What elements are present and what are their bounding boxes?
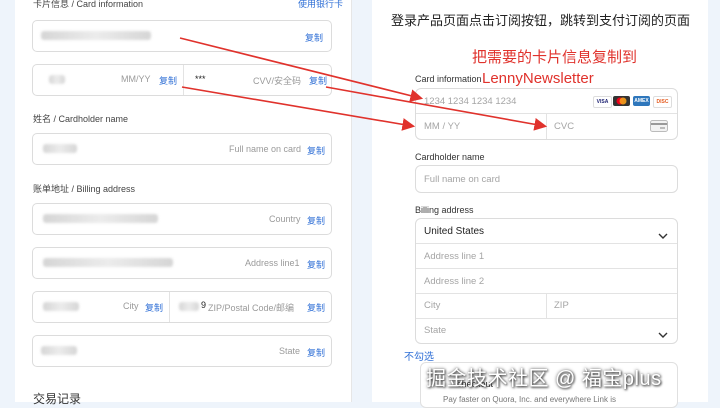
masked-zip — [179, 302, 199, 311]
copy-expiry-button[interactable]: 复制 — [159, 74, 177, 87]
expiry-cvv-row: MM/YY 复制 *** CVV/安全码 复制 — [32, 64, 332, 96]
address-line1-field[interactable]: Address line1 复制 — [32, 247, 332, 279]
divider — [416, 268, 677, 269]
fullname-placeholder-right: Full name on card — [424, 174, 501, 185]
divider — [416, 243, 677, 244]
cardholder-name-input[interactable]: Full name on card — [415, 165, 678, 193]
address-line2-input[interactable]: Address line 2 — [424, 276, 484, 287]
masked-name — [43, 144, 77, 153]
masked-country — [43, 214, 158, 223]
masked-card-number — [41, 31, 151, 40]
visa-icon: VISA — [593, 96, 612, 108]
address-placeholder: Address line1 — [245, 258, 300, 268]
card-number-input[interactable]: 1234 1234 1234 1234 — [424, 96, 516, 107]
copy-city-button[interactable]: 复制 — [145, 301, 163, 314]
mmyy-placeholder: MM/YY — [121, 74, 151, 84]
amex-icon: AMEX — [633, 96, 650, 106]
watermark: 掘金技术社区 @ 福宝plus — [426, 368, 662, 390]
checkout-subtitle: Pay faster on Quora, Inc. and everywhere… — [443, 395, 616, 404]
zip-placeholder: ZIP/Postal Code/邮编 — [208, 303, 295, 313]
state-field[interactable]: State 复制 — [32, 335, 332, 367]
city-placeholder: City — [123, 301, 139, 311]
cardholder-name-label: 姓名 / Cardholder name — [33, 114, 129, 124]
instruction-text: 登录产品页面点击订阅按钮，跳转到支付订阅的页面 — [391, 13, 691, 28]
cvv-placeholder: CVV/安全码 — [253, 76, 302, 86]
mastercard-icon — [613, 96, 630, 106]
country-placeholder: Country — [269, 214, 301, 224]
masked-state — [41, 346, 77, 355]
divider — [546, 114, 547, 139]
country-field[interactable]: Country 复制 — [32, 203, 332, 235]
cvc-input[interactable]: CVC — [554, 121, 574, 132]
fullname-placeholder: Full name on card — [229, 144, 302, 154]
copy-state-button[interactable]: 复制 — [307, 346, 325, 359]
copy-address-button[interactable]: 复制 — [307, 258, 325, 271]
copy-card-number-button[interactable]: 复制 — [305, 31, 323, 44]
cardholder-name-field[interactable]: Full name on card 复制 — [32, 133, 332, 165]
copy-cvv-button[interactable]: 复制 — [309, 74, 327, 87]
discover-icon: DISC — [653, 96, 672, 108]
red-note-line1: 把需要的卡片信息复制到 — [472, 49, 638, 66]
billing-address-label: 账单地址 / Billing address — [33, 184, 136, 194]
card-information-box: 1234 1234 1234 1234 VISA AMEX DISC MM / … — [415, 88, 678, 140]
divider — [183, 65, 184, 95]
card-info-label: 卡片信息 / Card information — [33, 0, 144, 9]
card-information-label: Card information — [415, 74, 482, 84]
city-zip-row: City 复制 9 ZIP/Postal Code/邮编 复制 — [32, 291, 332, 323]
cvc-card-icon — [650, 119, 668, 137]
divider — [416, 318, 677, 319]
masked-city — [43, 302, 79, 311]
red-note-line2: LennyNewsletter — [482, 70, 594, 87]
masked-expiry — [49, 75, 65, 84]
uncheck-note: 不勾选 — [404, 352, 434, 363]
cvv-value: *** — [195, 74, 206, 84]
zip-input[interactable]: ZIP — [554, 300, 569, 311]
card-number-field[interactable]: 复制 — [32, 20, 332, 52]
zip-prefix: 9 — [201, 300, 207, 310]
use-card-link[interactable]: 使用银行卡 — [298, 0, 343, 10]
divider — [169, 292, 170, 322]
divider — [546, 294, 547, 318]
billing-address-label-right: Billing address — [415, 205, 474, 215]
copy-zip-button[interactable]: 复制 — [307, 301, 325, 314]
copy-name-button[interactable]: 复制 — [307, 144, 325, 157]
address-line1-input[interactable]: Address line 1 — [424, 251, 484, 262]
city-input[interactable]: City — [424, 300, 440, 311]
masked-address — [43, 258, 173, 267]
expiry-input[interactable]: MM / YY — [424, 121, 460, 132]
chevron-down-icon[interactable] — [658, 326, 668, 344]
country-select-value[interactable]: United States — [424, 226, 484, 237]
billing-address-box: United States Address line 1 Address lin… — [415, 218, 678, 344]
cardholder-name-label-right: Cardholder name — [415, 152, 485, 162]
state-placeholder: State — [279, 346, 301, 356]
copy-country-button[interactable]: 复制 — [307, 214, 325, 227]
state-select[interactable]: State — [424, 325, 446, 336]
transactions-heading: 交易记录 — [33, 392, 82, 406]
